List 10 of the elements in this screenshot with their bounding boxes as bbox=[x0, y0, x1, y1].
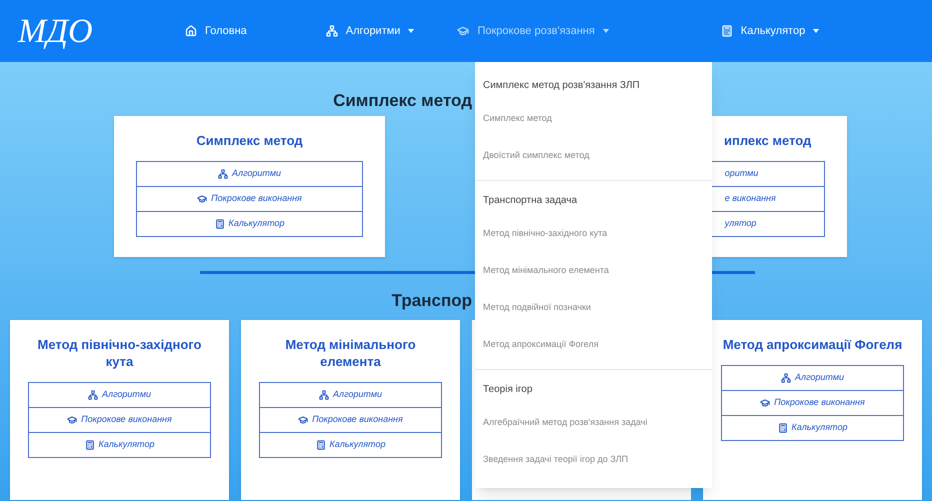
dropdown-header: Симплекс метод розв'язання ЗЛП bbox=[482, 78, 641, 92]
card-title: иплекс метод bbox=[723, 132, 812, 149]
card-title: Симплекс метод bbox=[195, 132, 304, 149]
card-title: Метод мінімального елемента bbox=[284, 336, 417, 370]
card-title: Метод північно-західного кута bbox=[36, 336, 202, 370]
dropdown-header: Транспортна задача bbox=[482, 194, 578, 208]
card-title: Метод апроксимації Фогеля bbox=[722, 336, 904, 353]
section-title: Симплекс метод bbox=[333, 91, 472, 110]
section-title: Транспор bbox=[392, 291, 472, 310]
dropdown-header: Теорія ігор bbox=[482, 382, 534, 396]
